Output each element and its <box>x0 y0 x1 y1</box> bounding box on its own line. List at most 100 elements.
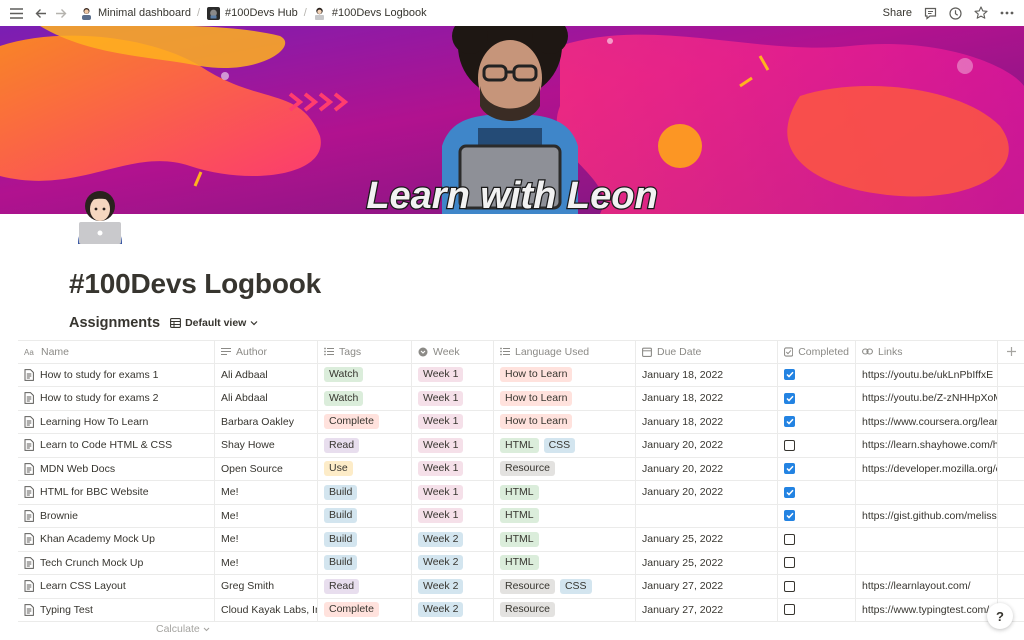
row-week-cell[interactable]: Week 2 <box>412 598 494 621</box>
row-week-cell[interactable]: Week 1 <box>412 410 494 433</box>
row-language-cell[interactable]: How to Learn <box>494 363 636 386</box>
row-tags-cell[interactable]: Complete <box>318 598 412 621</box>
checkbox-checked[interactable] <box>784 510 795 522</box>
row-due-date[interactable]: January 25, 2022 <box>636 528 778 551</box>
checkbox-unchecked[interactable] <box>784 557 795 569</box>
row-author[interactable]: Ali Abdaal <box>215 387 318 410</box>
checkbox-checked[interactable] <box>784 369 795 381</box>
row-tags-cell[interactable]: Build <box>318 551 412 574</box>
row-language-cell[interactable]: Resource <box>494 457 636 480</box>
row-tags-cell[interactable]: Watch <box>318 387 412 410</box>
checkbox-checked[interactable] <box>784 416 795 428</box>
checkbox-unchecked[interactable] <box>784 533 795 545</box>
row-name[interactable]: MDN Web Docs <box>40 463 115 475</box>
table-row[interactable]: Typing Test Cloud Kayak Labs, Inc. Complet… <box>18 598 1024 622</box>
row-due-date[interactable]: January 25, 2022 <box>636 551 778 574</box>
row-tags-cell[interactable]: Build <box>318 528 412 551</box>
column-header-language-used[interactable]: Language Used <box>494 341 636 363</box>
checkbox-checked[interactable] <box>784 392 795 404</box>
breadcrumb-100devs-logbook[interactable]: #100Devs Logbook <box>309 6 431 20</box>
row-week-cell[interactable]: Week 1 <box>412 504 494 527</box>
table-row[interactable]: Learning How To Learn Barbara Oakley Compl… <box>18 410 1024 434</box>
help-button[interactable]: ? <box>987 603 1013 629</box>
row-due-date[interactable]: January 18, 2022 <box>636 387 778 410</box>
row-author[interactable]: Greg Smith <box>215 575 318 598</box>
row-link[interactable] <box>856 528 998 551</box>
row-name[interactable]: How to study for exams 2 <box>40 392 158 404</box>
row-week-cell[interactable]: Week 1 <box>412 481 494 504</box>
row-name[interactable]: Tech Crunch Mock Up <box>40 557 143 569</box>
row-link[interactable]: https://developer.mozilla.org/en-US/ <box>856 457 998 480</box>
row-link[interactable] <box>856 481 998 504</box>
row-language-cell[interactable]: HTML <box>494 504 636 527</box>
row-tags-cell[interactable]: Build <box>318 504 412 527</box>
row-link[interactable]: https://youtu.be/Z-zNHHpXoMM <box>856 387 998 410</box>
checkbox-checked[interactable] <box>784 486 795 498</box>
row-name[interactable]: Learn to Code HTML & CSS <box>40 439 172 451</box>
add-property-button[interactable] <box>998 341 1024 363</box>
row-week-cell[interactable]: Week 2 <box>412 551 494 574</box>
checkbox-unchecked[interactable] <box>784 604 795 616</box>
row-due-date[interactable]: January 27, 2022 <box>636 598 778 621</box>
row-tags-cell[interactable]: Watch <box>318 363 412 386</box>
star-icon[interactable] <box>974 6 988 20</box>
page-icon-person-laptop[interactable] <box>74 188 126 244</box>
checkbox-unchecked[interactable] <box>784 439 795 451</box>
breadcrumb-minimal-dashboard[interactable]: Minimal dashboard <box>75 6 195 20</box>
table-row[interactable]: HTML for BBC Website Me! Build Week 1 HTML Ja… <box>18 481 1024 505</box>
row-name-cell[interactable]: Learn to Code HTML & CSS <box>18 434 215 457</box>
column-header-due-date[interactable]: Due Date <box>636 341 778 363</box>
row-language-cell[interactable]: Resource CSS <box>494 575 636 598</box>
column-header-tags[interactable]: Tags <box>318 341 412 363</box>
row-tags-cell[interactable]: Read <box>318 575 412 598</box>
column-header-name[interactable]: Aa Name <box>18 341 215 363</box>
column-header-week[interactable]: Week <box>412 341 494 363</box>
menu-icon[interactable] <box>10 7 23 19</box>
row-week-cell[interactable]: Week 1 <box>412 457 494 480</box>
row-name[interactable]: HTML for BBC Website <box>40 486 149 498</box>
row-tags-cell[interactable]: Complete <box>318 410 412 433</box>
row-tags-cell[interactable]: Use <box>318 457 412 480</box>
row-tags-cell[interactable]: Read <box>318 434 412 457</box>
row-name[interactable]: How to study for exams 1 <box>40 369 158 381</box>
row-due-date[interactable]: January 18, 2022 <box>636 410 778 433</box>
row-week-cell[interactable]: Week 2 <box>412 575 494 598</box>
column-header-links[interactable]: Links <box>856 341 998 363</box>
row-due-date[interactable]: January 20, 2022 <box>636 457 778 480</box>
row-week-cell[interactable]: Week 1 <box>412 387 494 410</box>
row-author[interactable]: Me! <box>215 528 318 551</box>
view-selector[interactable]: Default view <box>170 317 258 329</box>
row-name[interactable]: Learning How To Learn <box>40 416 148 428</box>
row-week-cell[interactable]: Week 1 <box>412 363 494 386</box>
row-due-date[interactable]: January 20, 2022 <box>636 434 778 457</box>
row-due-date[interactable]: January 27, 2022 <box>636 575 778 598</box>
row-name-cell[interactable]: Learning How To Learn <box>18 410 215 433</box>
row-week-cell[interactable]: Week 2 <box>412 528 494 551</box>
row-link[interactable]: https://gist.github.com/melissa <box>856 504 998 527</box>
row-name-cell[interactable]: Typing Test <box>18 598 215 621</box>
row-name[interactable]: Learn CSS Layout <box>40 580 126 592</box>
row-language-cell[interactable]: HTML <box>494 551 636 574</box>
row-author[interactable]: Open Source <box>215 457 318 480</box>
row-name[interactable]: Typing Test <box>40 604 93 616</box>
more-options-icon[interactable] <box>1000 11 1014 15</box>
row-name[interactable]: Brownie <box>40 510 78 522</box>
row-name-cell[interactable]: Khan Academy Mock Up <box>18 528 215 551</box>
comment-icon[interactable] <box>924 7 937 20</box>
table-row[interactable]: Brownie Me! Build Week 1 HTML https://gist.gi… <box>18 504 1024 528</box>
table-row[interactable]: Khan Academy Mock Up Me! Build Week 2 HTML Ja… <box>18 528 1024 552</box>
table-row[interactable]: Learn CSS Layout Greg Smith Read Week 2 Reso… <box>18 575 1024 599</box>
checkbox-unchecked[interactable] <box>784 580 795 592</box>
row-week-cell[interactable]: Week 1 <box>412 434 494 457</box>
calculate-button[interactable]: Calculate <box>156 623 210 635</box>
forward-arrow-icon[interactable] <box>55 8 67 19</box>
row-language-cell[interactable]: HTML CSS <box>494 434 636 457</box>
row-link[interactable]: https://learnlayout.com/ <box>856 575 998 598</box>
row-author[interactable]: Shay Howe <box>215 434 318 457</box>
row-name-cell[interactable]: Brownie <box>18 504 215 527</box>
row-name-cell[interactable]: How to study for exams 1 <box>18 363 215 386</box>
breadcrumb-100devs-hub[interactable]: #100Devs Hub <box>202 6 302 20</box>
column-header-completed[interactable]: Completed <box>778 341 856 363</box>
row-author[interactable]: Me! <box>215 481 318 504</box>
row-name-cell[interactable]: Tech Crunch Mock Up <box>18 551 215 574</box>
